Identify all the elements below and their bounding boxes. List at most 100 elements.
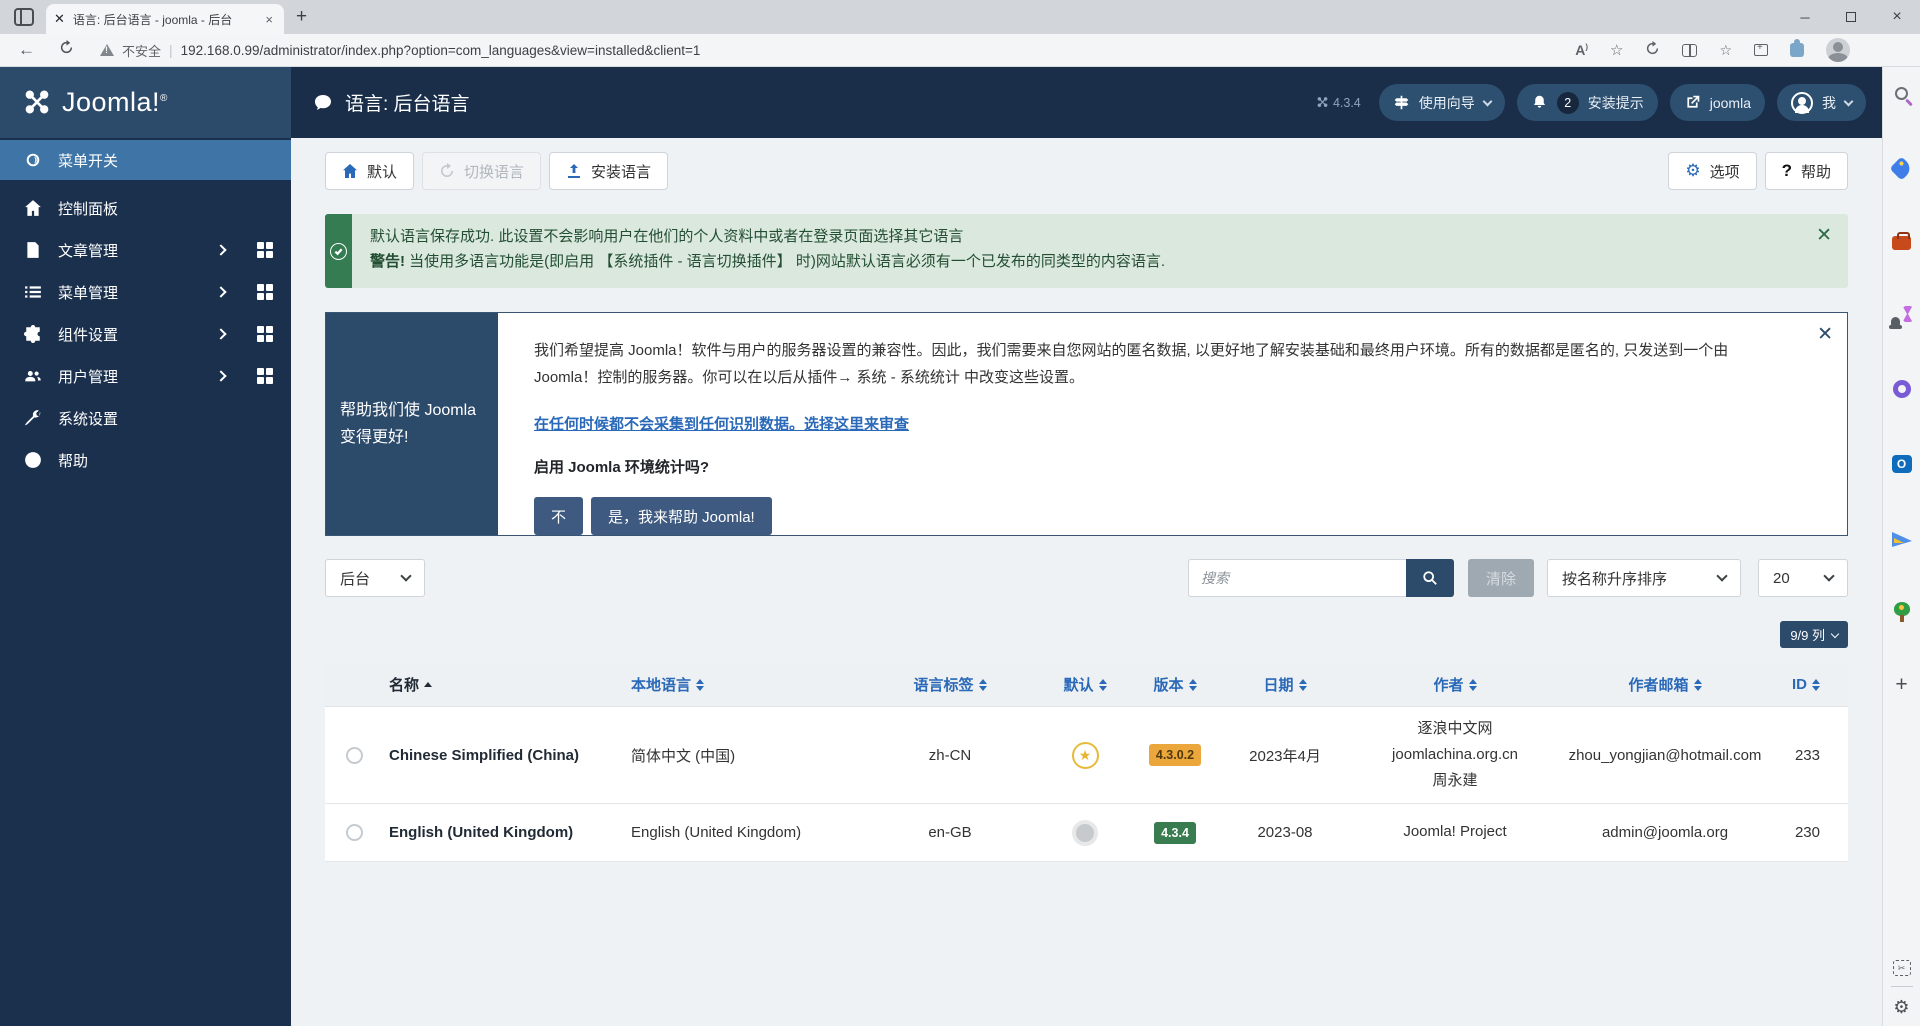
sidebar-item-dashboard[interactable]: 控制面板 — [0, 188, 291, 228]
row-radio[interactable] — [346, 747, 363, 764]
client-select[interactable]: 后台 — [325, 559, 425, 597]
stats-yes-button[interactable]: 是，我来帮助 Joomla! — [591, 497, 772, 535]
dashboard-grid-icon[interactable] — [257, 368, 273, 384]
sync-icon[interactable] — [1645, 41, 1660, 60]
alert-close-icon[interactable]: ✕ — [1816, 224, 1832, 247]
header-native[interactable]: 本地语言 — [625, 674, 865, 695]
user-menu-button[interactable]: 我 — [1777, 84, 1866, 121]
default-button[interactable]: 默认 — [325, 152, 414, 190]
header-default[interactable]: 默认 — [1035, 674, 1135, 695]
stats-panel-aside: 帮助我们使 Joomla 变得更好! — [326, 313, 498, 535]
set-default-toggle-icon[interactable] — [1072, 820, 1098, 846]
sidebar-settings-icon[interactable]: ⚙ — [1893, 997, 1909, 1018]
browser-profile-avatar[interactable] — [1826, 38, 1850, 62]
split-screen-icon[interactable] — [1682, 44, 1697, 57]
chevron-down-icon — [1831, 629, 1839, 637]
sidebar-item-help[interactable]: 帮助 — [0, 440, 291, 480]
post-install-messages-button[interactable]: 2 安装提示 — [1517, 84, 1658, 121]
chevron-right-icon[interactable] — [215, 244, 226, 255]
chevron-right-icon[interactable] — [215, 286, 226, 297]
favorites-icon[interactable]: ☆ — [1719, 42, 1732, 59]
toolbox-icon[interactable] — [1890, 231, 1914, 255]
header-date[interactable]: 日期 — [1215, 674, 1355, 695]
sidebar-item-system[interactable]: 系统设置 — [0, 398, 291, 438]
users-icon — [22, 367, 44, 385]
version-badge: 4.3.4 — [1154, 822, 1196, 844]
filter-bar: 后台 清除 按名称升序排序 20 — [325, 559, 1848, 597]
sort-icon — [979, 679, 987, 691]
header-tag[interactable]: 语言标签 — [865, 674, 1035, 695]
sidebar-item-components[interactable]: 组件设置 — [0, 314, 291, 354]
header-name[interactable]: 名称 — [383, 674, 625, 695]
close-button[interactable]: × — [1874, 0, 1920, 34]
header-version[interactable]: 版本 — [1135, 674, 1215, 695]
sidebar-search-icon[interactable] — [1890, 81, 1914, 105]
clear-button[interactable]: 清除 — [1468, 559, 1534, 597]
row-radio[interactable] — [346, 824, 363, 841]
columns-dropdown[interactable]: 9/9 列 — [1780, 621, 1848, 648]
new-tab-button[interactable]: + — [296, 6, 307, 28]
dashboard-grid-icon[interactable] — [257, 242, 273, 258]
refresh-icon[interactable] — [59, 40, 74, 60]
address-field[interactable]: 不安全 | 192.168.0.99/administrator/index.p… — [100, 41, 1575, 60]
info-icon — [22, 451, 44, 469]
sidebar-item-articles[interactable]: 文章管理 — [0, 230, 291, 270]
author-email: zhou_yongjian@hotmail.com — [1555, 747, 1775, 764]
back-icon[interactable]: ← — [18, 40, 35, 60]
view-site-button[interactable]: joomla — [1670, 84, 1765, 121]
msn-tree-icon[interactable] — [1893, 602, 1911, 622]
dashboard-grid-icon[interactable] — [257, 284, 273, 300]
minimize-button[interactable]: ─ — [1782, 0, 1828, 34]
games-icon[interactable] — [1891, 306, 1913, 326]
dashboard-grid-icon[interactable] — [257, 326, 273, 342]
shopping-tag-icon[interactable] — [1890, 156, 1914, 180]
search-icon — [1422, 570, 1438, 586]
favorite-star-icon[interactable]: ☆ — [1610, 41, 1623, 59]
stats-no-button[interactable]: 不 — [534, 497, 583, 535]
limit-select[interactable]: 20 — [1758, 559, 1848, 597]
screenshot-icon[interactable]: ✂ — [1893, 960, 1911, 976]
install-language-button[interactable]: 安装语言 — [549, 152, 668, 190]
extensions-icon[interactable] — [1790, 43, 1804, 57]
tab-manager-icon[interactable] — [14, 8, 34, 26]
alert-message: 默认语言保存成功. 此设置不会影响用户在他们的个人资料中或者在登录页面选择其它语… — [352, 214, 1816, 288]
search-button[interactable] — [1406, 559, 1454, 597]
window-controls: ─ × — [1782, 0, 1920, 34]
browser-tab[interactable]: ✕ 语言: 后台语言 - joomla - 后台 × — [46, 4, 284, 34]
add-sidebar-item-icon[interactable]: + — [1890, 673, 1914, 697]
default-language-star-icon[interactable]: ★ — [1072, 742, 1099, 769]
tab-close-icon[interactable]: × — [262, 12, 276, 27]
home-icon — [22, 199, 44, 217]
chevron-right-icon[interactable] — [215, 328, 226, 339]
outlook-icon[interactable]: O — [1890, 452, 1914, 476]
drop-plane-icon[interactable] — [1890, 527, 1914, 551]
language-id: 233 — [1775, 747, 1848, 764]
stats-question: 启用 Joomla 环境统计吗? — [534, 456, 1787, 477]
notification-count-badge: 2 — [1557, 92, 1579, 114]
sort-icon — [1694, 679, 1702, 691]
read-aloud-icon[interactable]: A) — [1575, 42, 1588, 58]
stats-review-link[interactable]: 在任何时候都不会采集到任何识别数据。选择这里来审查 — [534, 413, 909, 434]
stats-description: 我们希望提高 Joomla！软件与用户的服务器设置的兼容性。因此，我们需要来自您… — [534, 337, 1787, 391]
tab-title: 语言: 后台语言 - joomla - 后台 — [73, 11, 255, 28]
sidebar-divider — [1891, 986, 1913, 987]
help-button[interactable]: ? 帮助 — [1765, 152, 1848, 190]
url-text[interactable]: 192.168.0.99/administrator/index.php?opt… — [181, 43, 701, 58]
header-id[interactable]: ID — [1775, 676, 1848, 693]
maximize-button[interactable] — [1828, 0, 1874, 34]
sidebar-item-users[interactable]: 用户管理 — [0, 356, 291, 396]
header-email[interactable]: 作者邮箱 — [1555, 674, 1775, 695]
user-icon — [1791, 92, 1813, 114]
options-button[interactable]: ⚙ 选项 — [1668, 152, 1756, 190]
m365-loop-icon[interactable] — [1890, 377, 1914, 401]
stats-close-icon[interactable]: ✕ — [1817, 323, 1833, 535]
tour-button[interactable]: 使用向导 — [1379, 84, 1505, 121]
sidebar-item-menus[interactable]: 菜单管理 — [0, 272, 291, 312]
header-author[interactable]: 作者 — [1355, 674, 1555, 695]
collections-icon[interactable] — [1754, 44, 1768, 56]
sidebar-item-menu-toggle[interactable]: 菜单开关 — [0, 140, 291, 180]
joomla-version: 4.3.4 — [1316, 96, 1361, 110]
chevron-right-icon[interactable] — [215, 370, 226, 381]
sort-select[interactable]: 按名称升序排序 — [1547, 559, 1741, 597]
search-input[interactable] — [1188, 559, 1406, 597]
